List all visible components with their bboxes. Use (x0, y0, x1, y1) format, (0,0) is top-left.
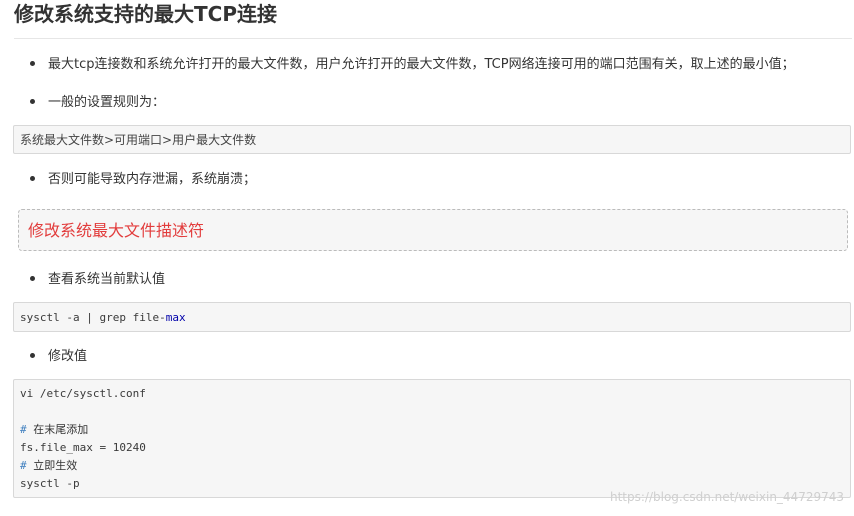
rule-box: 系统最大文件数>可用端口>用户最大文件数 (13, 125, 851, 154)
bullet-text: 最大tcp连接数和系统允许打开的最大文件数，用户允许打开的最大文件数，TCP网络… (48, 57, 795, 72)
bullet-text: 否则可能导致内存泄漏，系统崩溃； (48, 172, 257, 187)
code-line: fs.file_max = 10240 (20, 441, 146, 454)
code-block-sysctl-grep: sysctl -a | grep file-max (13, 302, 851, 332)
article-title: 修改系统支持的最大TCP连接 (14, 2, 277, 26)
bullet-rule-intro: 一般的设置规则为： (30, 94, 165, 112)
bullet-dot (30, 61, 35, 66)
section-callout: 修改系统最大文件描述符 (18, 209, 848, 251)
bullet-view-default: 查看系统当前默认值 (30, 271, 165, 289)
bullet-dot (30, 353, 35, 358)
bullet-modify: 修改值 (30, 348, 87, 366)
comment-mark: # (20, 423, 27, 436)
bullet-text: 查看系统当前默认值 (48, 272, 166, 287)
code-comment: # 在末尾添加 (20, 421, 844, 439)
code-keyword: max (165, 311, 186, 324)
comment-mark: # (20, 459, 27, 472)
rule-text: 系统最大文件数>可用端口>用户最大文件数 (20, 133, 257, 147)
bullet-dot (30, 99, 35, 104)
watermark: https://blog.csdn.net/weixin_44729743 (609, 490, 844, 504)
code-block-sysctl-conf: vi /etc/sysctl.conf # 在末尾添加 fs.file_max =… (13, 379, 851, 498)
bullet-text: 修改值 (48, 349, 88, 364)
comment-text: 立即生效 (33, 459, 78, 472)
bullet-dot (30, 276, 35, 281)
code-line: vi /etc/sysctl.conf (20, 387, 146, 400)
callout-heading: 修改系统最大文件描述符 (28, 221, 205, 240)
comment-text: 在末尾添加 (33, 423, 89, 436)
bullet-max-tcp: 最大tcp连接数和系统允许打开的最大文件数，用户允许打开的最大文件数，TCP网络… (30, 56, 795, 74)
code-comment: # 立即生效 (20, 457, 844, 475)
bullet-text: 一般的设置规则为： (48, 95, 166, 110)
code-text: sysctl -a | grep file- (20, 311, 166, 324)
title-divider (14, 38, 852, 39)
bullet-dot (30, 176, 35, 181)
bullet-warning: 否则可能导致内存泄漏，系统崩溃； (30, 171, 256, 189)
